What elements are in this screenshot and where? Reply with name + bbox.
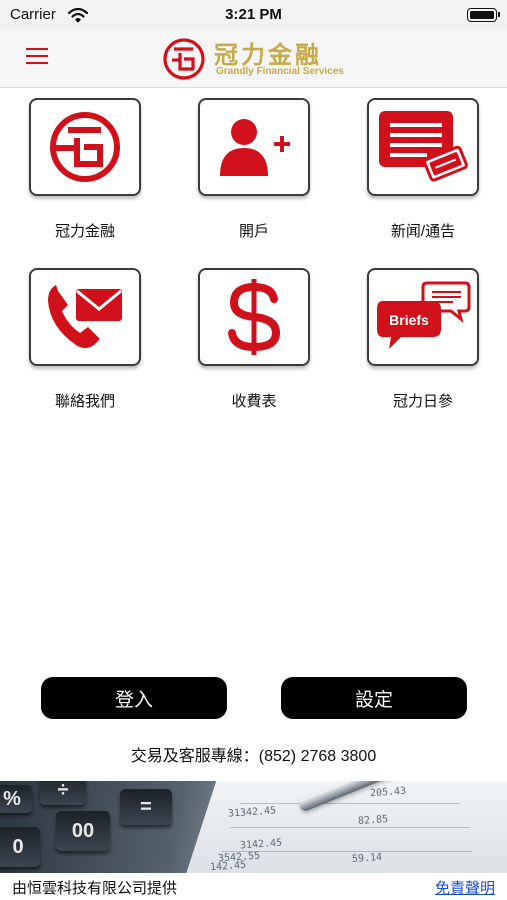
calculator-key: 0 bbox=[0, 827, 40, 867]
tile-label: 聯絡我們 bbox=[54, 393, 115, 410]
brand-subtitle: Grandly Financial Services bbox=[216, 66, 344, 77]
tile-box[interactable]: Briefs bbox=[367, 268, 479, 366]
tile-label: 冠力金融 bbox=[54, 223, 115, 240]
briefs-chat-icon: Briefs bbox=[377, 281, 471, 349]
tile-daily-briefs[interactable]: Briefs 冠力日參 bbox=[367, 268, 479, 410]
add-user-icon bbox=[220, 119, 290, 176]
brand-logo-icon bbox=[163, 38, 205, 80]
tile-label: 新闻/通告 bbox=[390, 223, 456, 240]
status-bar: Carrier 3:21 PM bbox=[0, 0, 507, 30]
settings-button[interactable]: 設定 bbox=[281, 677, 467, 719]
battery-icon bbox=[467, 8, 500, 22]
dollar-icon bbox=[228, 279, 281, 355]
paper-number: 59.14 bbox=[351, 851, 383, 866]
login-button[interactable]: 登入 bbox=[41, 677, 227, 719]
calculator-key: = bbox=[120, 789, 172, 825]
status-time: 3:21 PM bbox=[225, 6, 282, 23]
paper-number: 82.85 bbox=[357, 813, 389, 828]
paper-line bbox=[240, 803, 460, 804]
hotline-text: 交易及客服專線：(852) 2768 3800 bbox=[130, 748, 377, 765]
tile-open-account[interactable]: 開戶 bbox=[198, 98, 310, 240]
disclaimer-link[interactable]: 免責聲明 bbox=[435, 877, 495, 898]
tile-box[interactable] bbox=[367, 98, 479, 196]
briefs-icon-text: Briefs bbox=[389, 312, 429, 328]
nav-bar: 冠力金融 Grandly Financial Services bbox=[0, 30, 507, 88]
news-icon bbox=[379, 111, 468, 182]
calculator-banner-image: 205.43 31342.45 3142.45 82.85 142.45 354… bbox=[0, 781, 507, 873]
tile-company-info[interactable]: 冠力金融 bbox=[29, 98, 141, 240]
paper-line bbox=[230, 827, 470, 828]
tile-box[interactable] bbox=[29, 98, 141, 196]
phone-mail-icon bbox=[48, 285, 122, 348]
tile-box[interactable] bbox=[198, 268, 310, 366]
tile-box[interactable] bbox=[29, 268, 141, 366]
company-logo-icon bbox=[50, 112, 120, 182]
hamburger-menu-icon[interactable] bbox=[26, 45, 50, 69]
calculator-key: 00 bbox=[56, 811, 110, 851]
tile-box[interactable] bbox=[198, 98, 310, 196]
tile-label: 冠力日參 bbox=[392, 393, 453, 410]
tile-label: 收費表 bbox=[231, 393, 277, 410]
tile-label: 開戶 bbox=[238, 223, 269, 240]
tile-news[interactable]: 新闻/通告 bbox=[367, 98, 479, 240]
provider-text: 由恒雲科技有限公司提供 bbox=[12, 880, 178, 897]
tile-contact-us[interactable]: 聯絡我們 bbox=[29, 268, 141, 410]
calculator-key: ÷ bbox=[40, 781, 86, 805]
tile-fee-schedule[interactable]: 收費表 bbox=[198, 268, 310, 410]
calculator-key: % bbox=[0, 785, 32, 813]
brand-name: 冠力金融 bbox=[214, 41, 322, 69]
